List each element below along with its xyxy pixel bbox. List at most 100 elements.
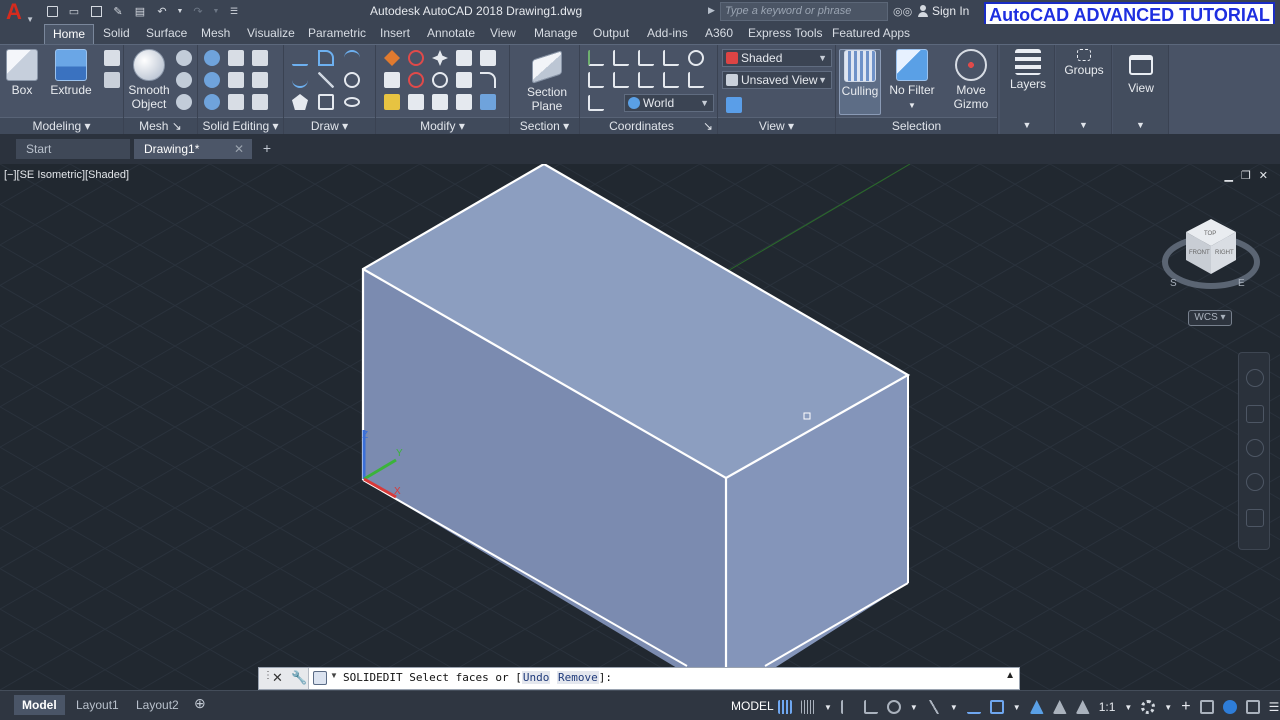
ucs-world-icon[interactable]	[613, 50, 629, 66]
mesh-smooth-more-icon[interactable]	[176, 50, 192, 66]
command-history-toggle-icon[interactable]: ▲	[1005, 670, 1015, 681]
extract-edges-icon[interactable]	[252, 50, 268, 66]
infer-constraints-icon[interactable]	[840, 700, 855, 714]
annotation-scale-icon[interactable]	[1075, 700, 1090, 714]
chevron-down-icon[interactable]: ▼	[1164, 703, 1172, 712]
move-gizmo-button[interactable]: Move Gizmo	[946, 49, 996, 111]
panel-title-draw[interactable]: Draw ▾	[284, 117, 375, 135]
slice-icon[interactable]	[228, 50, 244, 66]
open-folder-icon[interactable]: ▭	[66, 3, 82, 19]
orbit-icon[interactable]	[1246, 473, 1264, 491]
viewport-config-icon[interactable]	[726, 97, 742, 113]
fillet-icon[interactable]	[480, 72, 496, 88]
view-button[interactable]: View	[1121, 49, 1161, 95]
ucs-object-icon[interactable]	[688, 72, 704, 88]
circle-icon[interactable]	[344, 72, 360, 88]
box-button[interactable]: Box	[4, 49, 40, 97]
close-icon[interactable]: ✕	[272, 670, 283, 686]
mesh-refine-icon[interactable]	[176, 94, 192, 110]
chevron-down-icon[interactable]: ▼	[1124, 703, 1132, 712]
layout-tab-layout2[interactable]: Layout2	[128, 695, 187, 715]
smooth-object-button[interactable]: Smooth Object	[126, 49, 172, 111]
undo-dropdown-icon[interactable]: ▼	[176, 3, 184, 19]
panel-title-section[interactable]: Section ▾	[510, 117, 579, 135]
construction-line-icon[interactable]	[318, 72, 334, 88]
panel-title-modeling[interactable]: Modeling ▾	[0, 117, 123, 135]
annotation-scale-value[interactable]: 1:1	[1099, 700, 1116, 714]
option-remove[interactable]: Remove	[556, 671, 599, 684]
wcs-menu[interactable]: WCS ▾	[1188, 310, 1232, 326]
move-3d-icon[interactable]	[384, 50, 400, 66]
tab-start[interactable]: Start	[16, 139, 130, 159]
tab-express-tools[interactable]: Express Tools	[740, 24, 830, 44]
spline-icon[interactable]	[292, 72, 308, 88]
culling-button[interactable]: Culling	[839, 49, 881, 115]
tab-view[interactable]: View	[482, 24, 524, 44]
offset-icon[interactable]	[432, 94, 448, 110]
extrude-faces-icon[interactable]	[252, 72, 268, 88]
tab-a360[interactable]: A360	[697, 24, 741, 44]
subtract-icon[interactable]	[204, 72, 220, 88]
ellipse-icon[interactable]	[344, 97, 360, 107]
viewport-controls-label[interactable]: [−][SE Isometric][Shaded]	[4, 169, 129, 181]
panel-title-mesh[interactable]: Mesh ↘	[124, 117, 197, 135]
tab-manage[interactable]: Manage	[526, 24, 585, 44]
customize-qat-icon[interactable]: ☰	[226, 3, 242, 19]
line-icon[interactable]	[292, 50, 308, 66]
rotate-3d-icon[interactable]	[408, 50, 424, 66]
visual-style-dropdown[interactable]: Shaded ▼	[722, 49, 832, 67]
panel-title-solid-editing[interactable]: Solid Editing ▾	[198, 117, 283, 135]
zoom-icon[interactable]	[1246, 439, 1264, 457]
wrench-icon[interactable]: 🔧	[291, 670, 307, 686]
annotation-visibility-icon[interactable]	[1029, 700, 1044, 714]
ucs-x-icon[interactable]	[638, 50, 654, 66]
tab-annotate[interactable]: Annotate	[419, 24, 483, 44]
move-icon[interactable]	[432, 50, 448, 66]
groups-button[interactable]: Groups	[1062, 49, 1106, 77]
tab-parametric[interactable]: Parametric	[300, 24, 374, 44]
layout-tab-model[interactable]: Model	[14, 695, 65, 715]
no-filter-button[interactable]: No Filter ▼	[886, 49, 938, 113]
union-icon[interactable]	[204, 50, 220, 66]
tab-surface[interactable]: Surface	[138, 24, 195, 44]
polysolid-icon[interactable]	[104, 72, 120, 88]
clean-screen-icon[interactable]	[1245, 700, 1260, 714]
help-search-input[interactable]: Type a keyword or phrase	[720, 2, 888, 21]
isodraft-icon[interactable]	[926, 700, 941, 714]
rotate-icon[interactable]	[432, 72, 448, 88]
save-as-icon[interactable]: ✎	[110, 3, 126, 19]
redo-icon[interactable]: ↷	[190, 3, 206, 19]
minimize-icon[interactable]: ▁	[1224, 169, 1232, 182]
explode-icon[interactable]	[480, 94, 496, 110]
ucs-settings-icon[interactable]	[688, 50, 704, 66]
stretch-icon[interactable]	[456, 72, 472, 88]
binoculars-icon[interactable]: ◎◎	[893, 5, 912, 18]
pan-hand-icon[interactable]	[1246, 405, 1264, 423]
separate-icon[interactable]	[252, 94, 268, 110]
tab-solid[interactable]: Solid	[95, 24, 138, 44]
panel-title-modify[interactable]: Modify ▾	[376, 117, 509, 135]
trim-icon[interactable]	[384, 72, 400, 88]
command-line[interactable]: ⋮ ✕ 🔧 ▼ SOLIDEDIT Select faces or [Undo …	[258, 667, 1020, 690]
ucs-named-icon[interactable]	[588, 95, 604, 111]
grid-icon[interactable]	[778, 700, 792, 714]
view-expand-icon[interactable]: ▼	[1113, 117, 1168, 135]
tab-mesh[interactable]: Mesh	[193, 24, 238, 44]
expand-search-icon[interactable]: ▶	[708, 5, 715, 16]
isolate-objects-icon[interactable]	[1199, 700, 1214, 714]
chevron-down-icon[interactable]: ▼	[910, 703, 918, 712]
chevron-down-icon[interactable]: ▼	[950, 703, 958, 712]
ucs-y-icon[interactable]	[638, 72, 654, 88]
panel-title-selection[interactable]: Selection	[836, 117, 997, 135]
object-snap-icon[interactable]	[989, 700, 1004, 714]
restore-icon[interactable]: ❐	[1241, 169, 1251, 182]
close-icon[interactable]: ✕	[1259, 169, 1268, 182]
tab-home[interactable]: Home	[44, 24, 95, 44]
close-icon[interactable]: ✕	[234, 139, 244, 159]
extrude-button[interactable]: Extrude	[48, 49, 94, 97]
tab-featured-apps[interactable]: Featured Apps	[824, 24, 918, 44]
annotation-autoscale-icon[interactable]	[1052, 700, 1067, 714]
hardware-acceleration-icon[interactable]	[1222, 700, 1237, 714]
ucs-origin-icon[interactable]	[588, 72, 604, 88]
drawing-viewport[interactable]: Z Y X TOP FRONT RIGHT S E [−][SE Isometr…	[0, 164, 1280, 690]
